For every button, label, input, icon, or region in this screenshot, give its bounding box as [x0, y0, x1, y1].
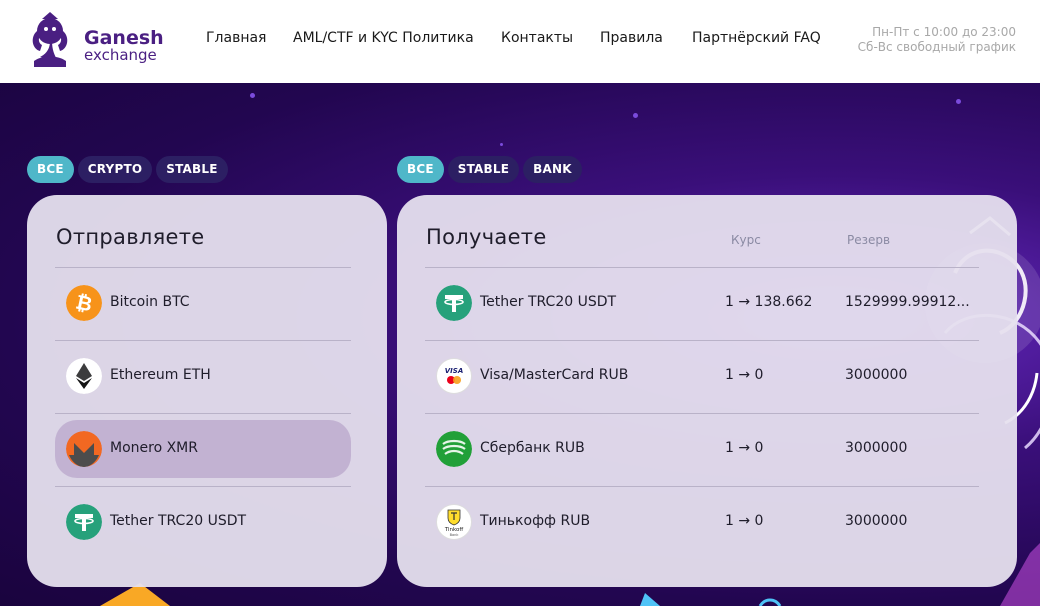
svg-text:Bank: Bank	[450, 533, 460, 537]
send-filter-all[interactable]: ВСЕ	[27, 156, 74, 183]
divider	[425, 486, 979, 487]
send-item-label: Bitcoin BTC	[110, 294, 190, 310]
receive-item-label: Тинькофф RUB	[480, 513, 591, 529]
receive-item-label: Сбербанк RUB	[480, 440, 585, 456]
reserve-value: 1529999.99912...	[845, 294, 970, 310]
send-item-ethereum[interactable]: Ethereum ETH	[55, 347, 351, 405]
rate-column-header: Курс	[731, 233, 761, 247]
receive-filter-group: ВСЕ STABLE BANK	[397, 156, 582, 184]
divider	[425, 340, 979, 341]
receive-item-label: Tether TRC20 USDT	[480, 294, 617, 310]
send-item-label: Monero XMR	[110, 440, 198, 456]
receive-item-label: Visa/MasterCard RUB	[480, 367, 629, 383]
send-item-label: Tether TRC20 USDT	[110, 513, 247, 529]
receive-title: Получаете	[426, 225, 547, 249]
tinkoff-icon: Tinkoff Bank	[436, 504, 472, 540]
receive-filter-stable[interactable]: STABLE	[447, 156, 520, 183]
receive-item-tether[interactable]: Tether TRC20 USDT 1 → 138.662 1529999.99…	[425, 274, 979, 332]
divider	[55, 340, 351, 341]
rate-value: 1 → 0	[725, 440, 764, 456]
tether-icon	[66, 504, 102, 540]
reserve-value: 3000000	[845, 513, 908, 529]
divider	[425, 413, 979, 414]
logo[interactable]: Ganesh exchange	[28, 11, 168, 71]
reserve-value: 3000000	[845, 367, 908, 383]
send-item-monero[interactable]: Monero XMR	[55, 420, 351, 478]
rate-value: 1 → 0	[725, 367, 764, 383]
nav-home[interactable]: Главная	[206, 30, 266, 46]
rate-value: 1 → 0	[725, 513, 764, 529]
ganesh-logo-icon	[32, 12, 68, 67]
svg-text:VISA: VISA	[445, 367, 463, 375]
send-item-label: Ethereum ETH	[110, 367, 211, 383]
divider	[425, 267, 979, 268]
nav-rules[interactable]: Правила	[600, 30, 663, 46]
receive-card: Получаете Курс Резерв Tether TRC20 USDT …	[397, 195, 1017, 587]
receive-item-sberbank[interactable]: Сбербанк RUB 1 → 0 3000000	[425, 420, 979, 478]
divider	[55, 267, 351, 268]
hours-weekend: Сб-Вс свободный график	[857, 40, 1016, 54]
receive-item-tinkoff[interactable]: Tinkoff Bank Тинькофф RUB 1 → 0 3000000	[425, 493, 979, 551]
reserve-column-header: Резерв	[847, 233, 891, 247]
working-hours: Пн-Пт с 10:00 до 23:00 Сб-Вс свободный г…	[858, 25, 1016, 55]
logo-subtitle: exchange	[84, 46, 157, 64]
sberbank-icon	[436, 431, 472, 467]
hours-weekdays: Пн-Пт с 10:00 до 23:00	[872, 25, 1016, 39]
reserve-value: 3000000	[845, 440, 908, 456]
tether-icon	[436, 285, 472, 321]
send-item-tether[interactable]: Tether TRC20 USDT	[55, 493, 351, 551]
nav-contacts[interactable]: Контакты	[501, 30, 573, 46]
ethereum-icon	[66, 358, 102, 394]
send-filter-crypto[interactable]: CRYPTO	[77, 156, 153, 183]
site-header: Ganesh exchange Главная AML/CTF и KYC По…	[0, 0, 1040, 83]
send-filter-stable[interactable]: STABLE	[156, 156, 228, 183]
send-title: Отправляете	[56, 225, 205, 249]
monero-icon	[66, 431, 102, 467]
divider	[55, 486, 351, 487]
send-card: Отправляете ₿ Bitcoin BTC Ethereum ETH M…	[27, 195, 387, 587]
rate-value: 1 → 138.662	[725, 294, 813, 310]
send-filter-group: ВСЕ CRYPTO STABLE	[27, 156, 228, 184]
receive-filter-all[interactable]: ВСЕ	[397, 156, 444, 183]
nav-aml-policy[interactable]: AML/CTF и KYC Политика	[293, 30, 474, 46]
send-item-bitcoin[interactable]: ₿ Bitcoin BTC	[55, 274, 351, 332]
nav-partner-faq[interactable]: Партнёрский FAQ	[692, 30, 821, 46]
receive-filter-bank[interactable]: BANK	[523, 156, 582, 183]
receive-item-visa-mastercard[interactable]: VISA Visa/MasterCard RUB 1 → 0 3000000	[425, 347, 979, 405]
divider	[55, 413, 351, 414]
bitcoin-icon: ₿	[66, 285, 102, 321]
visa-mastercard-icon: VISA	[436, 358, 472, 394]
